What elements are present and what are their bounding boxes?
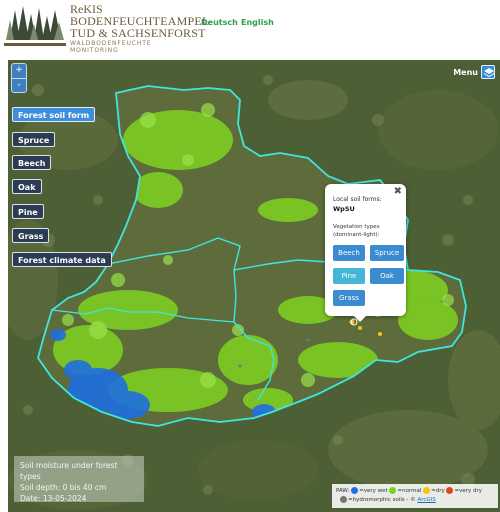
map-legend: PAW: =very wet =normal =dry =very dry =h… [332,484,498,508]
forest-logo-icon [4,4,66,42]
legend-dry: =dry [431,488,445,494]
normal-dot-icon [389,487,397,494]
popup-button-oak[interactable]: Oak [370,268,404,284]
logo-title: ReKIS BODENFEUCHTEAMPEL TUD & SACHSENFOR… [70,3,209,39]
popup-button-grass[interactable]: Grass [333,290,365,306]
legend-very-wet: =very wet [359,488,388,494]
popup-button-spruce[interactable]: Spruce [370,245,404,261]
soil-moisture-info-box: Soil moisture under forest types Soil de… [14,456,144,503]
layer-button-grass[interactable]: Grass [12,228,50,243]
popup-vegetation-subtitle: (dominant-light): [333,232,380,238]
language-link-deutsch[interactable]: Deutsch [201,18,238,27]
info-line-date: Date: 13-05-2024 [20,494,87,503]
language-link-english[interactable]: English [241,18,274,27]
menu-button[interactable] [481,65,495,79]
layer-button-oak[interactable]: Oak [12,179,42,194]
popup-vegetation-label: Vegetation types (dominant-light): [333,223,403,239]
legend-prefix: PAW: [336,488,350,494]
info-line-depth: Soil depth: 0 bis 40 cm [20,483,107,492]
very-dry-dot-icon [446,487,454,494]
legend-very-dry: =very dry [454,488,483,494]
logo-subtitle: WALDBODENFEUCHTE MONITORING [70,40,152,54]
map-view[interactable]: + - Menu Forest soil form Spruce Beech O… [8,60,500,512]
dry-dot-icon [423,487,431,494]
legend-hydromorphic: =hydromorphic soils [348,497,405,503]
soil-info-popup: ✖ Local soil forms: WpSU Vegetation type… [325,184,406,322]
hydromorphic-dot-icon [340,496,347,503]
popup-soil-value: WpSU [333,205,355,213]
layers-icon [483,68,495,78]
popup-button-beech[interactable]: Beech [333,245,365,261]
legend-row-2: =hydromorphic soils - © ArcGIS [336,496,494,505]
very-wet-dot-icon [351,487,359,494]
layer-button-pine[interactable]: Pine [12,204,44,219]
logo-title-line3: TUD & SACHSENFORST [70,26,206,40]
popup-close-icon[interactable]: ✖ [394,186,402,197]
zoom-in-button[interactable]: + [12,64,26,78]
satellite-map-layer[interactable] [8,60,500,512]
menu-label[interactable]: Menu [453,68,478,77]
legend-row-1: PAW: =very wet =normal =dry =very dry [336,487,494,496]
logo-underline [4,43,66,46]
zoom-control: + - [11,63,27,93]
zoom-out-button[interactable]: - [12,78,26,92]
layer-button-forest-soil-form[interactable]: Forest soil form [12,107,96,122]
popup-vegetation-title: Vegetation types [333,224,380,230]
header: ReKIS BODENFEUCHTEAMPEL TUD & SACHSENFOR… [0,0,500,60]
layer-button-forest-climate-data[interactable]: Forest climate data [12,252,112,267]
popup-soil-label: Local soil forms: [333,196,382,203]
layer-button-spruce[interactable]: Spruce [12,132,56,147]
legend-separator: - © [404,497,418,503]
layer-button-beech[interactable]: Beech [12,155,52,170]
info-line-title: Soil moisture under forest types [20,461,118,481]
arcgis-attribution-link[interactable]: ArcGIS [418,497,436,503]
logo-subtitle-line1: WALDBODENFEUCHTE [70,40,152,47]
legend-normal: =normal [397,488,422,494]
popup-button-pine[interactable]: Pine [333,268,365,284]
logo-subtitle-line2: MONITORING [70,47,119,54]
